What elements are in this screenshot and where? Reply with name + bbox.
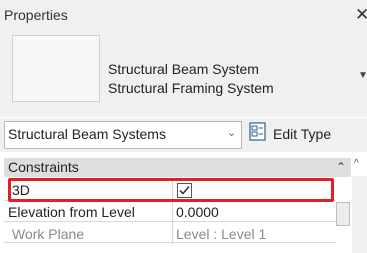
- scroll-up-icon[interactable]: ^: [354, 158, 359, 169]
- edit-type-icon: [249, 122, 266, 141]
- edit-type-label: Edit Type: [273, 126, 332, 142]
- scrollbar-thumb[interactable]: [336, 202, 350, 226]
- scrollbar[interactable]: [352, 176, 367, 253]
- panel-title: Properties: [4, 7, 68, 23]
- work-plane-value: Level : Level 1: [176, 226, 267, 242]
- close-icon[interactable]: ✕: [355, 5, 367, 25]
- type-selector-dropdown-icon[interactable]: ▼: [358, 70, 367, 81]
- dropdown-arrow-icon[interactable]: ⌄: [227, 126, 236, 139]
- elevation-value-field[interactable]: 0.0000: [176, 204, 219, 220]
- type-name: Structural Framing System: [108, 80, 274, 96]
- highlight-box: [8, 178, 334, 202]
- property-label: Work Plane: [12, 226, 85, 242]
- category-label: Constraints: [8, 159, 79, 175]
- type-family-name: Structural Beam System: [108, 61, 259, 77]
- collapse-icon[interactable]: ⌃: [336, 158, 346, 176]
- type-preview-image: [12, 35, 100, 102]
- property-label: Elevation from Level: [8, 204, 135, 220]
- element-filter-value: Structural Beam Systems: [8, 126, 166, 142]
